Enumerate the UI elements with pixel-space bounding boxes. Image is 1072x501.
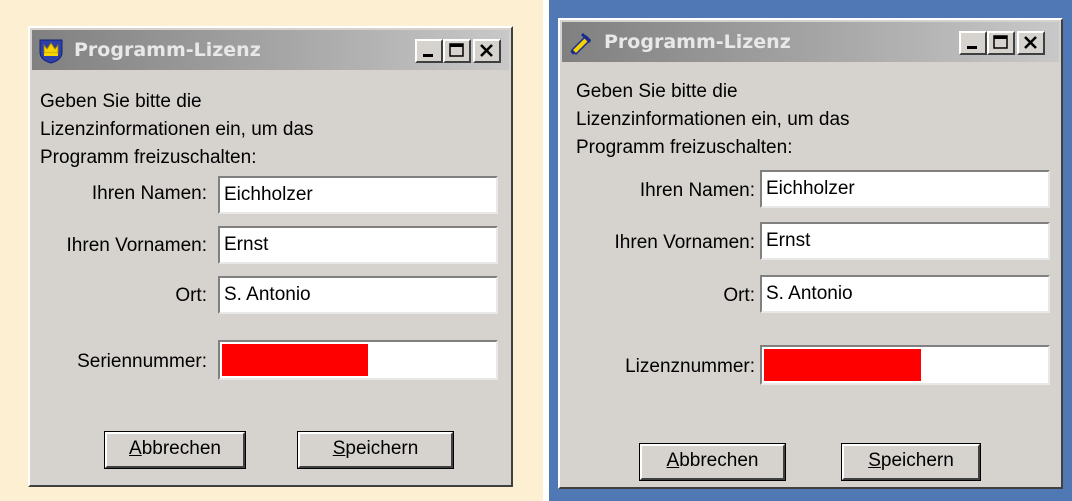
minimize-button[interactable] [959, 31, 987, 55]
close-icon [480, 44, 493, 57]
crown-shield-icon [39, 39, 63, 64]
save-label: peichern [345, 438, 419, 459]
city-label: Ort: [723, 285, 755, 306]
instructions-line: Programm freizuschalten: [40, 147, 257, 168]
license-number-field[interactable] [760, 345, 1050, 385]
name-label: Ihren Namen: [91, 183, 207, 204]
maximize-button[interactable] [987, 31, 1015, 55]
instructions-text: Geben Sie bitte die Lizenzinformationen … [40, 88, 314, 172]
save-mnemonic: S [868, 450, 881, 471]
maximize-icon [993, 35, 1008, 49]
maximize-button[interactable] [443, 39, 471, 63]
city-field[interactable] [218, 276, 498, 314]
license-dialog-1: Programm-Lizenz Geben Sie bitte die Lize… [28, 26, 513, 487]
minimize-icon [423, 54, 433, 57]
close-button[interactable] [473, 39, 501, 63]
first-name-field[interactable] [218, 226, 498, 264]
first-name-field[interactable] [760, 222, 1050, 260]
instructions-line: Geben Sie bitte die [40, 91, 202, 112]
cancel-button[interactable]: Abbrechen [104, 431, 246, 469]
window-title: Programm-Lizenz [604, 31, 791, 53]
maximize-icon [449, 43, 464, 57]
close-button[interactable] [1017, 31, 1045, 55]
save-button[interactable]: Speichern [297, 431, 454, 469]
city-field[interactable] [760, 275, 1050, 313]
license-redaction [764, 349, 922, 381]
instructions-line: Programm freizuschalten: [576, 137, 793, 158]
instructions-line: Lizenzinformationen ein, um das [40, 119, 314, 140]
minimize-button[interactable] [415, 39, 443, 63]
cancel-label: bbrechen [141, 438, 221, 459]
save-mnemonic: S [332, 438, 346, 459]
serial-number-label: Seriennummer: [77, 351, 207, 372]
serial-redaction [222, 344, 369, 376]
name-field[interactable] [218, 176, 498, 214]
cancel-mnemonic: A [666, 450, 680, 471]
save-label: peichern [880, 450, 954, 471]
title-bar[interactable]: Programm-Lizenz [32, 30, 509, 70]
cancel-button[interactable]: Abbrechen [639, 443, 786, 481]
instructions-line: Geben Sie bitte die [576, 81, 738, 102]
title-bar[interactable]: Programm-Lizenz [562, 22, 1059, 62]
license-dialog-2: Programm-Lizenz Geben Sie bitte die Lize… [558, 18, 1063, 489]
minimize-icon [967, 46, 977, 49]
first-name-label: Ihren Vornamen: [614, 232, 755, 253]
cancel-label: bbrechen [679, 450, 759, 471]
name-field[interactable] [760, 170, 1050, 208]
window-title: Programm-Lizenz [74, 39, 261, 61]
instructions-text: Geben Sie bitte die Lizenzinformationen … [576, 78, 850, 162]
name-label: Ihren Namen: [639, 180, 755, 201]
first-name-label: Ihren Vornamen: [66, 235, 207, 256]
close-icon [1024, 36, 1037, 49]
instructions-line: Lizenzinformationen ein, um das [576, 109, 850, 130]
cancel-mnemonic: A [129, 438, 142, 459]
serial-number-field[interactable] [218, 340, 498, 380]
license-number-label: Lizenznummer: [625, 356, 755, 377]
save-button[interactable]: Speichern [841, 443, 981, 481]
city-label: Ort: [175, 285, 207, 306]
key-icon [570, 32, 592, 56]
